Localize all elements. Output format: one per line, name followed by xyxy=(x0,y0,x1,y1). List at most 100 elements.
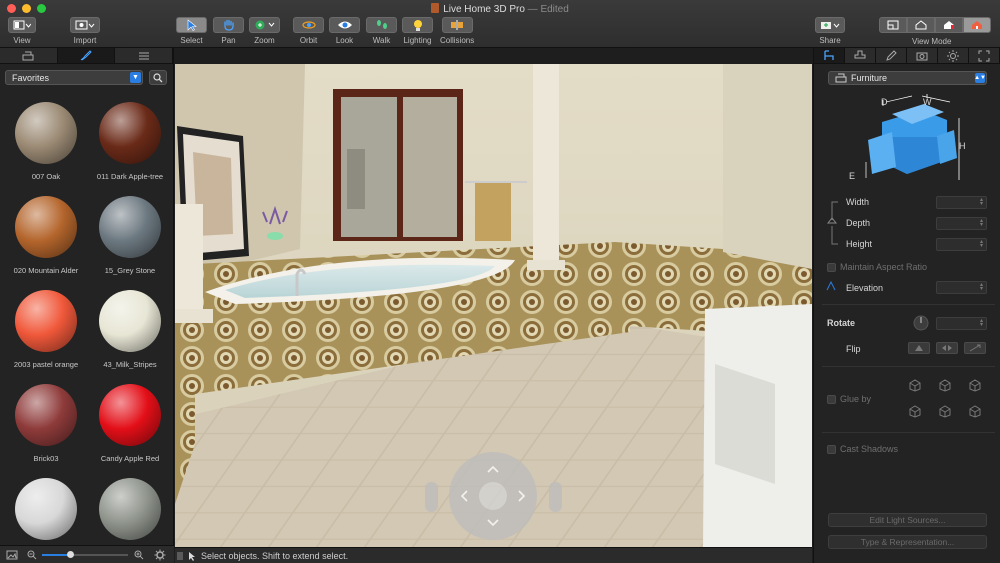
lighting-tool[interactable]: Lighting xyxy=(402,17,433,45)
width-stepper[interactable]: ▴ ▾ xyxy=(978,197,985,207)
flip-depth-button[interactable] xyxy=(964,342,986,354)
cast-shadows-checkbox[interactable] xyxy=(827,445,836,454)
collisions-button[interactable] xyxy=(441,17,473,33)
glue-cube-icon[interactable] xyxy=(907,404,921,418)
tab-materials[interactable] xyxy=(57,48,116,63)
zoom-button[interactable] xyxy=(249,17,280,33)
category-dropdown[interactable]: Favorites ▼ xyxy=(5,70,143,85)
material-swatch[interactable] xyxy=(99,290,161,352)
material-item[interactable]: 020 Mountain Alder xyxy=(4,196,88,275)
depth-stepper[interactable]: ▴ ▾ xyxy=(978,218,985,228)
elevation-stepper[interactable]: ▴ ▾ xyxy=(978,282,985,292)
glue-by-checkbox[interactable] xyxy=(827,395,836,404)
type-representation-button[interactable]: Type & Representation... xyxy=(828,535,987,549)
3d-viewport[interactable] xyxy=(175,64,812,547)
share-button[interactable] xyxy=(815,17,845,33)
tab-project[interactable] xyxy=(969,48,1000,63)
material-swatch[interactable] xyxy=(15,478,77,540)
material-swatch[interactable] xyxy=(15,384,77,446)
material-item[interactable]: 2003 pastel orange xyxy=(4,290,88,369)
look-button[interactable] xyxy=(329,17,360,33)
view-mode-3d-button[interactable] xyxy=(963,17,991,33)
select-tool[interactable]: Select xyxy=(176,17,207,45)
edit-light-sources-button[interactable]: Edit Light Sources... xyxy=(828,513,987,527)
drag-handle-icon[interactable] xyxy=(177,552,183,560)
flip-vertical-button[interactable] xyxy=(908,342,930,354)
glue-cube-icon[interactable] xyxy=(967,378,981,392)
import-control[interactable]: Import xyxy=(70,17,100,45)
tab-camera[interactable] xyxy=(907,48,938,63)
height-field[interactable]: ▴ ▾ xyxy=(936,238,987,251)
rotate-dial[interactable] xyxy=(913,315,929,331)
view-control[interactable]: View xyxy=(8,17,36,45)
view-mode-2d-button[interactable] xyxy=(879,17,907,33)
walk-button[interactable] xyxy=(366,17,397,33)
pan-button[interactable] xyxy=(213,17,244,33)
depth-marker-label: D xyxy=(881,97,888,107)
inspector-tabs xyxy=(814,48,1000,64)
image-icon[interactable] xyxy=(6,550,18,560)
bathroom-scene[interactable] xyxy=(175,64,812,547)
width-field[interactable]: ▴ ▾ xyxy=(936,196,987,209)
material-swatch[interactable] xyxy=(99,478,161,540)
rotate-field[interactable]: ▴ ▾ xyxy=(936,317,987,330)
material-item[interactable]: 011 Dark Apple-tree xyxy=(88,102,172,181)
flip-horizontal-button[interactable] xyxy=(936,342,958,354)
library-search-button[interactable] xyxy=(149,70,167,85)
link-proportions-icon[interactable] xyxy=(826,198,842,248)
material-item[interactable]: 007 Oak xyxy=(4,102,88,181)
material-item[interactable] xyxy=(88,478,172,548)
import-button[interactable] xyxy=(70,17,100,33)
material-swatch[interactable] xyxy=(99,384,161,446)
slider-knob[interactable] xyxy=(67,551,74,558)
material-item[interactable]: 15_Grey Stone xyxy=(88,196,172,275)
orbit-tool[interactable]: Orbit xyxy=(293,17,324,45)
look-tool[interactable]: Look xyxy=(329,17,360,45)
maintain-aspect-checkbox[interactable] xyxy=(827,263,836,272)
material-swatch[interactable] xyxy=(15,290,77,352)
glue-cube-icon[interactable] xyxy=(907,378,921,392)
material-item[interactable] xyxy=(4,478,88,548)
object-category-dropdown[interactable]: Furniture ▲▼ xyxy=(828,71,987,85)
view-mode-3d-alt-button[interactable] xyxy=(935,17,963,33)
material-item[interactable]: 43_Milk_Stripes xyxy=(88,290,172,369)
depth-field[interactable]: ▴ ▾ xyxy=(936,217,987,230)
rotate-stepper[interactable]: ▴ ▾ xyxy=(978,318,985,328)
tab-sun[interactable] xyxy=(938,48,969,63)
lighting-button[interactable] xyxy=(402,17,433,33)
zoom-tool[interactable]: Zoom xyxy=(249,17,280,45)
glue-cube-icon[interactable] xyxy=(937,378,951,392)
glue-cube-icon[interactable] xyxy=(967,404,981,418)
library-tabs xyxy=(0,48,174,64)
height-stepper[interactable]: ▴ ▾ xyxy=(978,239,985,249)
material-swatch[interactable] xyxy=(99,102,161,164)
material-swatch[interactable] xyxy=(15,102,77,164)
glue-cube-icon[interactable] xyxy=(937,404,951,418)
share-control[interactable]: Share xyxy=(815,17,845,45)
stamp-icon xyxy=(854,50,866,59)
material-item[interactable]: Brick03 xyxy=(4,384,88,463)
tab-objects[interactable] xyxy=(0,48,58,63)
collisions-tool[interactable]: Collisions xyxy=(440,17,474,45)
zoom-in-icon[interactable] xyxy=(134,550,144,560)
tab-object-properties[interactable] xyxy=(814,48,845,63)
divider xyxy=(822,366,995,367)
walk-tool[interactable]: Walk xyxy=(366,17,397,45)
thumbnail-size-slider[interactable] xyxy=(42,551,128,558)
tab-list[interactable] xyxy=(115,48,174,63)
house-3d-icon xyxy=(944,21,954,29)
zoom-out-icon[interactable] xyxy=(27,550,37,560)
tab-materials-inspector[interactable] xyxy=(845,48,876,63)
view-mode-split-button[interactable] xyxy=(907,17,935,33)
material-item[interactable]: Candy Apple Red xyxy=(88,384,172,463)
footprints-icon xyxy=(376,20,387,29)
elevation-field[interactable]: ▴ ▾ xyxy=(936,281,987,294)
tab-edit[interactable] xyxy=(876,48,907,63)
pan-tool[interactable]: Pan xyxy=(213,17,244,45)
material-swatch[interactable] xyxy=(15,196,77,258)
material-swatch[interactable] xyxy=(99,196,161,258)
gear-icon[interactable] xyxy=(154,549,166,561)
select-button[interactable] xyxy=(176,17,207,33)
view-button[interactable] xyxy=(8,17,36,33)
orbit-button[interactable] xyxy=(293,17,324,33)
